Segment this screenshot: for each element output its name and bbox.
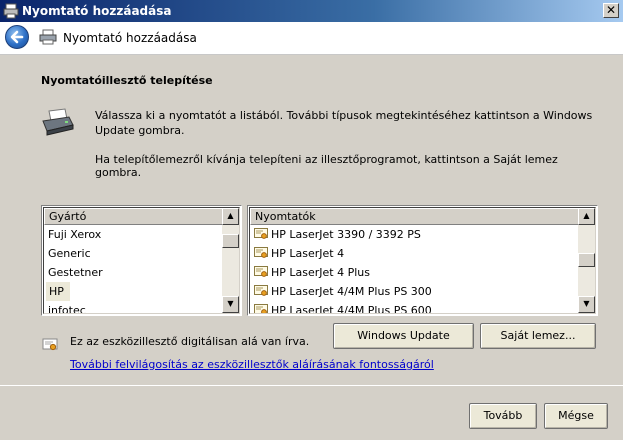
cancel-button[interactable]: Mégse: [544, 403, 608, 429]
printer-icon: [42, 108, 74, 136]
certificate-icon: [42, 338, 58, 351]
wizard-title: Nyomtató hozzáadása: [63, 31, 197, 45]
add-printer-window: Nyomtató hozzáadása ✕ Nyomtató hozzáadás…: [0, 0, 623, 440]
signature-info-link[interactable]: További felvilágosítás az eszközillesztő…: [70, 358, 434, 371]
driver-certificate-icon: [254, 247, 268, 258]
printer-scrollbar[interactable]: ▲ ▼: [578, 208, 595, 313]
scroll-up-button[interactable]: ▲: [578, 208, 595, 225]
wizard-footer: Tovább Mégse: [0, 385, 623, 440]
instruction-text: Válassza ki a nyomtatót a listából. Tová…: [95, 109, 593, 137]
manufacturer-list[interactable]: Gyártó Fuji Xerox Generic Gestetner HP infot…: [41, 205, 242, 316]
driver-certificate-icon: [254, 228, 268, 239]
scroll-down-button[interactable]: ▼: [578, 296, 595, 313]
printer-item-label: HP LaserJet 4: [271, 247, 345, 260]
manufacturer-item-label: infotec: [48, 304, 86, 314]
manufacturer-item[interactable]: infotec: [44, 301, 223, 314]
driver-certificate-icon: [254, 266, 268, 277]
printer-item-label: HP LaserJet 4/4M Plus PS 300: [271, 285, 432, 298]
window-title: Nyomtató hozzáadása: [22, 4, 172, 18]
printer-item-label: HP LaserJet 3390 / 3392 PS: [271, 228, 421, 241]
signature-status: Ez az eszközillesztő digitálisan alá van…: [70, 335, 310, 348]
manufacturer-item[interactable]: Generic: [44, 244, 223, 263]
section-title: Nyomtatóillesztő telepítése: [41, 74, 213, 87]
wizard-header: Nyomtató hozzáadása: [0, 22, 623, 55]
manufacturer-column-header[interactable]: Gyártó: [44, 208, 224, 225]
manufacturer-scrollbar[interactable]: ▲ ▼: [222, 208, 239, 313]
manufacturer-item-label: Gestetner: [48, 266, 103, 279]
printer-item[interactable]: HP LaserJet 4/4M Plus PS 600: [250, 301, 432, 314]
windows-update-button[interactable]: Windows Update: [333, 323, 474, 349]
manufacturer-item-label: Fuji Xerox: [48, 228, 102, 241]
scroll-thumb[interactable]: [222, 234, 239, 248]
printer-item[interactable]: HP LaserJet 4 Plus: [250, 263, 432, 282]
printer-icon: [39, 29, 57, 45]
printer-item[interactable]: HP LaserJet 3390 / 3392 PS: [250, 225, 432, 244]
printer-item[interactable]: HP LaserJet 4/4M Plus PS 300: [250, 282, 432, 301]
manufacturer-item-label: Generic: [48, 247, 91, 260]
manufacturer-item-label: HP: [46, 282, 70, 301]
have-disk-button[interactable]: Saját lemez...: [480, 323, 596, 349]
back-arrow-icon: [10, 30, 24, 44]
back-button[interactable]: [5, 25, 29, 49]
driver-certificate-icon: [254, 304, 268, 313]
close-button[interactable]: ✕: [603, 3, 619, 18]
scroll-up-button[interactable]: ▲: [222, 208, 239, 225]
title-bar: Nyomtató hozzáadása ✕: [0, 0, 623, 22]
close-icon: ✕: [605, 3, 617, 17]
manufacturer-item[interactable]: Fuji Xerox: [44, 225, 223, 244]
printer-item-label: HP LaserJet 4/4M Plus PS 600: [271, 304, 432, 314]
printer-icon: [3, 3, 19, 19]
printer-item-label: HP LaserJet 4 Plus: [271, 266, 370, 279]
printer-column-header[interactable]: Nyomtatók: [250, 208, 580, 225]
manufacturer-item[interactable]: HP: [44, 282, 221, 301]
printer-list[interactable]: Nyomtatók HP LaserJet 3390 / 3392 PS HP L…: [247, 205, 598, 316]
scroll-thumb[interactable]: [578, 253, 595, 267]
driver-certificate-icon: [254, 285, 268, 296]
printer-item[interactable]: HP LaserJet 4: [250, 244, 432, 263]
next-button[interactable]: Tovább: [469, 403, 537, 429]
scroll-down-button[interactable]: ▼: [222, 296, 239, 313]
disk-instruction-text: Ha telepítőlemezről kívánja telepíteni a…: [95, 153, 558, 179]
manufacturer-item[interactable]: Gestetner: [44, 263, 223, 282]
